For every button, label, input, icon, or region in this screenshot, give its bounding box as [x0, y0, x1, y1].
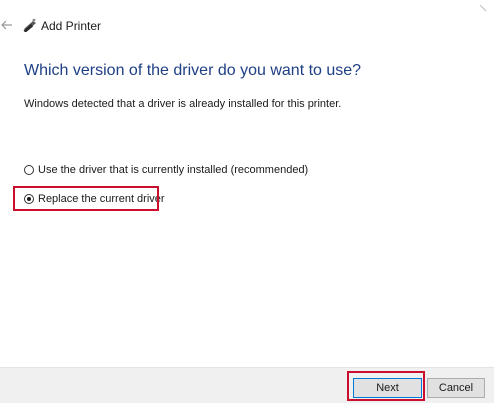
radio-replace-driver[interactable]: Replace the current driver	[24, 191, 165, 207]
next-button[interactable]: Next	[353, 378, 422, 398]
radio-button-unchecked[interactable]	[24, 165, 34, 175]
close-corner-icon	[479, 0, 488, 12]
radio-button-checked[interactable]	[24, 194, 34, 204]
page-heading: Which version of the driver do you want …	[24, 62, 362, 79]
cancel-button[interactable]: Cancel	[427, 378, 485, 398]
footer-bar: Next Cancel	[0, 367, 494, 403]
add-printer-window: Add Printer Which version of the driver …	[0, 0, 494, 403]
radio-label-use-installed: Use the driver that is currently install…	[38, 164, 309, 176]
printer-icon	[22, 18, 38, 33]
title-bar: Add Printer	[0, 0, 494, 46]
radio-label-replace: Replace the current driver	[38, 193, 165, 205]
info-text: Windows detected that a driver is alread…	[24, 98, 342, 110]
back-arrow-icon[interactable]	[0, 18, 14, 32]
window-title: Add Printer	[41, 19, 102, 33]
radio-use-installed-driver[interactable]: Use the driver that is currently install…	[24, 162, 308, 178]
